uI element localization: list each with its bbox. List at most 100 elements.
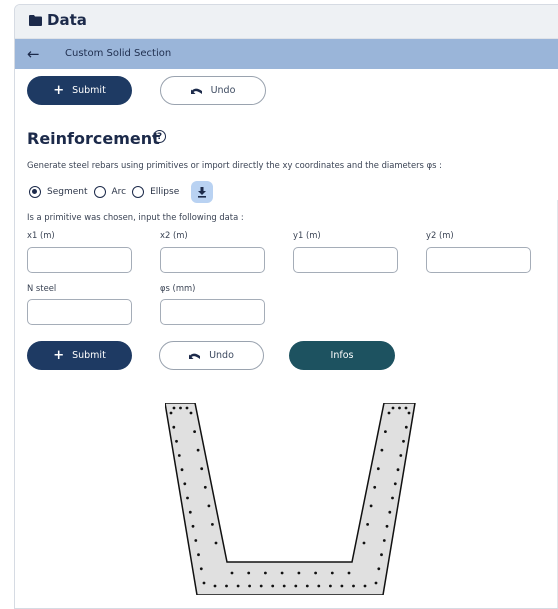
- rebar-dot: [366, 523, 369, 526]
- rebar-dot: [380, 448, 384, 452]
- rebar-dot: [376, 467, 380, 471]
- subheader-bar: ← Custom Solid Section: [15, 39, 558, 69]
- rebar-dot: [329, 584, 332, 588]
- rebar-dot: [199, 567, 203, 571]
- rebar-dot: [388, 510, 392, 514]
- rebar-dot: [180, 468, 184, 472]
- rebar-dot: [391, 496, 394, 500]
- rebar-dot: [362, 541, 366, 545]
- header-bar: Data: [15, 5, 558, 39]
- rebar-dot: [404, 406, 408, 410]
- instruction-text: Is a primitive was chosen, input the fol…: [27, 212, 244, 222]
- rebar-dot: [407, 411, 411, 415]
- segment-radio[interactable]: [29, 186, 41, 198]
- rebar-dot: [384, 430, 387, 433]
- y2-input[interactable]: [426, 247, 531, 273]
- rebar-dot: [271, 584, 275, 588]
- rebar-dot: [225, 584, 228, 588]
- y1-input[interactable]: [293, 247, 398, 273]
- section-drawing: [165, 403, 416, 595]
- rebar-dot: [399, 454, 403, 457]
- phi-s-input[interactable]: [160, 299, 265, 325]
- rebar-dot: [175, 439, 178, 443]
- subheader-title: Custom Solid Section: [65, 48, 172, 59]
- rebar-dot: [297, 571, 301, 575]
- rebar-dot: [314, 571, 317, 575]
- reinforcement-title: Reinforcement: [27, 129, 160, 148]
- infos-label: Infos: [330, 350, 354, 361]
- rebar-dot: [230, 571, 234, 575]
- rebar-dot: [382, 539, 386, 542]
- rebar-dot: [197, 553, 200, 557]
- rebar-dot: [203, 485, 207, 489]
- plus-icon: +: [53, 82, 65, 98]
- rebar-dot: [185, 406, 189, 410]
- reinforcement-description: Generate steel rebars using primitives o…: [27, 160, 442, 170]
- rebar-dot: [282, 584, 286, 588]
- rebar-dot: [207, 504, 211, 508]
- rebar-dot: [396, 468, 400, 472]
- y1-label: y1 (m): [293, 230, 321, 240]
- rebar-dot: [330, 571, 334, 575]
- rebar-dot: [391, 406, 395, 410]
- rebar-dot: [189, 411, 193, 415]
- plus-icon: +: [53, 347, 65, 363]
- infos-button[interactable]: Infos: [289, 341, 395, 370]
- rebar-dot: [183, 482, 187, 486]
- rebar-dot: [402, 439, 405, 443]
- ellipse-radio[interactable]: [132, 186, 145, 198]
- rebar-dot: [169, 411, 173, 415]
- rebar-dot: [374, 581, 378, 585]
- x2-label: x2 (m): [160, 230, 188, 240]
- arrow-left-icon[interactable]: ←: [27, 46, 40, 62]
- rebar-dot: [352, 584, 355, 588]
- rebar-dot: [236, 584, 240, 588]
- submit-label: Submit: [72, 350, 106, 361]
- ellipse-radio-label: Ellipse: [150, 187, 180, 197]
- undo-icon: [189, 353, 201, 359]
- rebar-dot: [380, 553, 383, 557]
- undo-label: Undo: [210, 85, 236, 96]
- rebar-dot: [377, 567, 381, 571]
- rebar-dot: [398, 406, 401, 410]
- rebar-dot: [172, 406, 176, 410]
- x2-input[interactable]: [160, 247, 265, 273]
- rebar-dot: [177, 454, 181, 457]
- rebar-dot: [340, 584, 344, 588]
- primitive-radio-group: Segment Arc Ellipse: [29, 181, 214, 203]
- segment-radio-label: Segment: [47, 187, 88, 197]
- undo-button[interactable]: Undo: [159, 341, 264, 370]
- rebar-dot: [186, 496, 189, 500]
- rebar-dot: [248, 584, 251, 588]
- rebar-dot: [393, 482, 397, 486]
- rebar-dot: [305, 584, 309, 588]
- x1-input[interactable]: [27, 247, 132, 273]
- rebar-dot: [202, 581, 206, 585]
- rebar-dot: [294, 584, 298, 588]
- x1-label: x1 (m): [27, 230, 55, 240]
- page-title: Data: [47, 11, 87, 29]
- rebar-dot: [200, 467, 204, 471]
- arc-radio[interactable]: [93, 186, 106, 198]
- submit-label: Submit: [72, 85, 106, 96]
- submit-button-top[interactable]: + Submit: [27, 76, 132, 105]
- submit-button[interactable]: + Submit: [27, 341, 132, 370]
- rebar-dot: [213, 584, 217, 588]
- rebar-dot: [404, 425, 408, 429]
- y2-label: y2 (m): [426, 230, 454, 240]
- rebar-dot: [247, 571, 251, 575]
- help-icon[interactable]: ?: [153, 130, 166, 143]
- arc-radio-label: Arc: [111, 187, 127, 197]
- rebar-dot: [280, 571, 284, 575]
- rebar-dot: [211, 523, 214, 526]
- rebar-dot: [264, 571, 267, 575]
- rebar-dot: [194, 539, 198, 542]
- n-steel-input[interactable]: [27, 299, 132, 325]
- rebar-dot: [196, 448, 200, 452]
- rebar-dot: [387, 411, 391, 415]
- undo-button-top[interactable]: Undo: [160, 76, 266, 105]
- rebar-dot: [188, 510, 192, 514]
- rebar-dot: [214, 541, 218, 545]
- data-panel: Data ← Custom Solid Section + Submit Und…: [14, 4, 558, 609]
- import-button[interactable]: [191, 181, 214, 203]
